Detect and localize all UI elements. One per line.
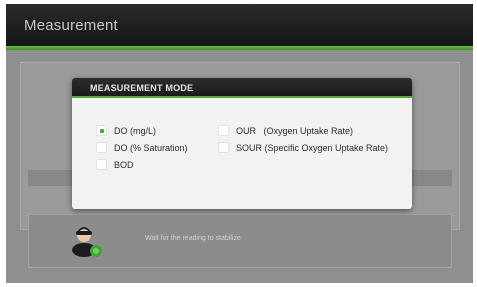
title-bar: Measurement [6,4,473,46]
option-label: DO (mg/L) [114,125,157,136]
measurement-mode-dialog: MEASUREMENT MODE DO (mg/L) DO (% Saturat… [72,78,412,209]
option-label: DO (% Saturation) [114,142,188,153]
title-accent-bar [6,46,473,50]
option-sour[interactable]: SOUR (Specific Oxygen Uptake Rate) [218,141,388,154]
radio-do-saturation[interactable] [96,142,107,153]
status-message: Wait for the reading to stabilize [145,235,241,242]
radio-bod[interactable] [96,159,107,170]
option-label: OUR (Oxygen Uptake Rate) [236,125,354,136]
option-do-saturation[interactable]: DO (% Saturation) [96,141,188,154]
page-title: Measurement [24,17,118,34]
dialog-title: MEASUREMENT MODE [90,83,194,93]
user-wait-icon [70,222,106,258]
radio-our[interactable] [218,125,229,136]
option-bod[interactable]: BOD [96,158,134,171]
option-label: BOD [114,159,134,170]
radio-do-mgl[interactable] [96,125,107,136]
option-do-mgl[interactable]: DO (mg/L) [96,124,156,137]
option-label: SOUR (Specific Oxygen Uptake Rate) [236,142,389,153]
option-our[interactable]: OUR (Oxygen Uptake Rate) [218,124,353,137]
radio-sour[interactable] [218,142,229,153]
